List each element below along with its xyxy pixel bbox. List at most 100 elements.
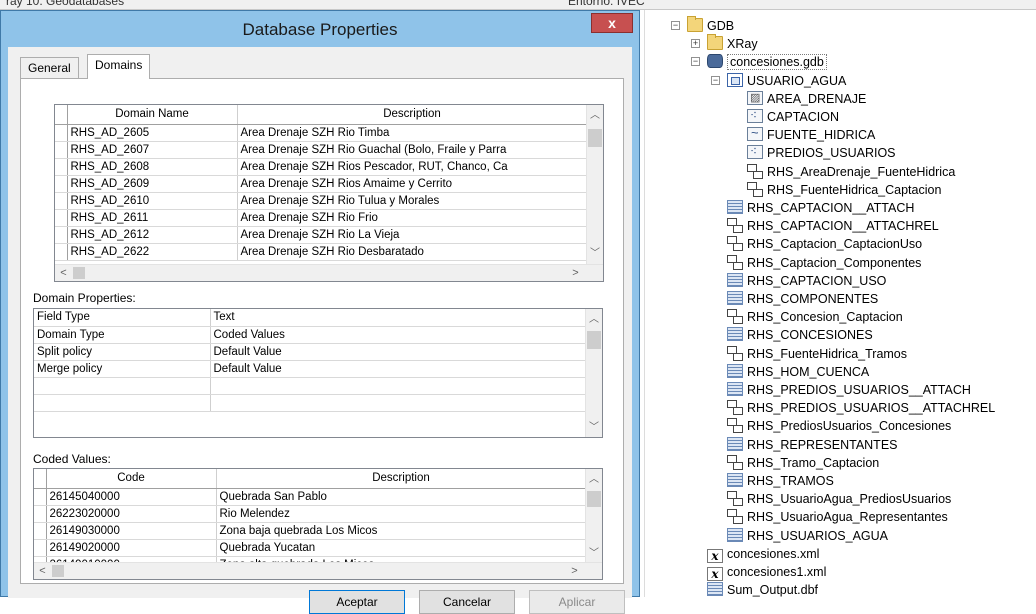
- scroll-thumb[interactable]: [588, 129, 602, 147]
- property-value-cell[interactable]: Coded Values: [210, 326, 587, 344]
- row-selector[interactable]: [55, 192, 68, 210]
- tree-node[interactable]: RHS_CONCESIONES: [727, 326, 873, 344]
- apply-button[interactable]: Aplicar: [529, 590, 625, 614]
- scroll-up-icon[interactable]: ︿: [587, 107, 603, 124]
- tree-node[interactable]: RHS_CAPTACION__ATTACH: [727, 199, 914, 217]
- scroll-right-icon[interactable]: >: [567, 265, 584, 281]
- tree-node[interactable]: RHS_AreaDrenaje_FuenteHidrica: [747, 163, 955, 181]
- row-selector[interactable]: [34, 539, 47, 557]
- row-selector[interactable]: [34, 505, 47, 523]
- code-cell[interactable]: 26149030000: [46, 522, 217, 540]
- tab-general[interactable]: General: [20, 57, 79, 78]
- tree-node[interactable]: RHS_HOM_CUENCA: [727, 363, 869, 381]
- scroll-left-icon[interactable]: <: [55, 265, 72, 281]
- close-button[interactable]: x: [591, 13, 633, 33]
- property-value-cell[interactable]: Text: [210, 309, 587, 327]
- expand-icon[interactable]: +: [691, 39, 700, 49]
- scroll-thumb[interactable]: [587, 331, 601, 349]
- scroll-down-icon[interactable]: ﹀: [586, 545, 602, 562]
- domain-name-cell[interactable]: RHS_AD_2611: [67, 209, 238, 227]
- property-row[interactable]: Domain Type Coded Values: [34, 326, 587, 344]
- column-header-description[interactable]: Description: [216, 469, 587, 489]
- domain-name-cell[interactable]: RHS_AD_2610: [67, 192, 238, 210]
- domain-name-cell[interactable]: RHS_AD_2609: [67, 175, 238, 193]
- scroll-thumb[interactable]: [52, 565, 64, 577]
- coded-value-row[interactable]: 26223020000 Rio Melendez: [34, 505, 587, 523]
- tree-node[interactable]: RHS_UsuarioAgua_PrediosUsuarios: [727, 490, 951, 508]
- coded-values-horizontal-scrollbar[interactable]: < >: [34, 562, 602, 579]
- domain-description-cell[interactable]: Area Drenaje SZH Rio Tulua y Morales: [237, 192, 588, 210]
- tree-node[interactable]: RHS_REPRESENTANTES: [727, 436, 898, 454]
- row-selector[interactable]: [55, 209, 68, 227]
- code-cell[interactable]: 26149020000: [46, 539, 217, 557]
- property-row[interactable]: [34, 394, 587, 412]
- property-row[interactable]: Field Type Text: [34, 309, 587, 327]
- tree-node[interactable]: RHS_FuenteHidrica_Captacion: [747, 181, 941, 199]
- tree-node[interactable]: RHS_PrediosUsuarios_Concesiones: [727, 417, 951, 435]
- tree-node[interactable]: RHS_USUARIOS_AGUA: [727, 527, 888, 545]
- tree-node[interactable]: RHS_Captacion_CaptacionUso: [727, 235, 922, 253]
- domain-row[interactable]: RHS_AD_2605 Area Drenaje SZH Rio Timba: [55, 124, 588, 142]
- property-value-cell[interactable]: [210, 394, 587, 412]
- collapse-icon[interactable]: −: [711, 75, 720, 85]
- property-value-cell[interactable]: Default Value: [210, 343, 587, 361]
- domain-row[interactable]: RHS_AD_2607 Area Drenaje SZH Rio Guachal …: [55, 141, 588, 159]
- property-row[interactable]: Split policy Default Value: [34, 343, 587, 361]
- tree-node[interactable]: PREDIOS_USUARIOS: [747, 142, 896, 162]
- tree-node[interactable]: concesiones1.xml: [707, 563, 826, 581]
- tree-node[interactable]: RHS_COMPONENTES: [727, 290, 878, 308]
- coded-value-row[interactable]: 26149030000 Zona baja quebrada Los Micos: [34, 522, 587, 540]
- tree-node[interactable]: concesiones.xml: [707, 545, 819, 563]
- property-row[interactable]: Merge policy Default Value: [34, 360, 587, 378]
- property-row[interactable]: [34, 377, 587, 395]
- tree-node[interactable]: + XRay: [691, 34, 758, 53]
- domain-name-cell[interactable]: RHS_AD_2608: [67, 158, 238, 176]
- row-selector[interactable]: [55, 243, 68, 261]
- coded-values-vertical-scrollbar[interactable]: ︿ ﹀: [585, 469, 602, 563]
- coded-value-row[interactable]: 26145040000 Quebrada San Pablo: [34, 488, 587, 506]
- scroll-left-icon[interactable]: <: [34, 563, 51, 579]
- domain-description-cell[interactable]: Area Drenaje SZH Rio Frio: [237, 209, 588, 227]
- domain-row[interactable]: RHS_AD_2611 Area Drenaje SZH Rio Frio: [55, 209, 588, 227]
- column-header-description[interactable]: Description: [237, 105, 588, 125]
- domain-description-cell[interactable]: Area Drenaje SZH Rios Amaime y Cerrito: [237, 175, 588, 193]
- row-selector[interactable]: [55, 141, 68, 159]
- domain-row[interactable]: RHS_AD_2622 Area Drenaje SZH Rio Desbarat…: [55, 243, 588, 261]
- row-selector[interactable]: [55, 226, 68, 244]
- domain-row[interactable]: RHS_AD_2609 Area Drenaje SZH Rios Amaime …: [55, 175, 588, 193]
- row-selector[interactable]: [55, 175, 68, 193]
- tree-node[interactable]: RHS_FuenteHidrica_Tramos: [727, 345, 907, 363]
- tree-node[interactable]: − GDB: [671, 16, 734, 35]
- domain-description-cell[interactable]: Area Drenaje SZH Rio Desbaratado: [237, 243, 588, 261]
- domains-horizontal-scrollbar[interactable]: < >: [55, 264, 603, 281]
- row-selector[interactable]: [34, 522, 47, 540]
- domain-description-cell[interactable]: Area Drenaje SZH Rio Guachal (Bolo, Frai…: [237, 141, 588, 159]
- row-selector[interactable]: [55, 124, 68, 142]
- tree-node[interactable]: RHS_CAPTACION__ATTACHREL: [727, 217, 939, 235]
- code-cell[interactable]: 26223020000: [46, 505, 217, 523]
- tree-node[interactable]: Sum_Output.dbf: [707, 581, 818, 599]
- code-description-cell[interactable]: Quebrada San Pablo: [216, 488, 587, 506]
- code-description-cell[interactable]: Rio Melendez: [216, 505, 587, 523]
- tree-node[interactable]: − concesiones.gdb: [691, 53, 827, 71]
- dialog-titlebar[interactable]: Database Properties x: [1, 11, 639, 47]
- tree-node[interactable]: CAPTACION: [747, 106, 839, 126]
- tree-node[interactable]: RHS_PREDIOS_USUARIOS__ATTACHREL: [727, 399, 995, 417]
- tree-node[interactable]: AREA_DRENAJE: [747, 89, 866, 108]
- code-cell[interactable]: 26145040000: [46, 488, 217, 506]
- scroll-up-icon[interactable]: ︿: [586, 311, 602, 328]
- domain-name-cell[interactable]: RHS_AD_2605: [67, 124, 238, 142]
- row-selector[interactable]: [34, 488, 47, 506]
- scroll-thumb[interactable]: [73, 267, 85, 279]
- domains-vertical-scrollbar[interactable]: ︿ ﹀: [586, 105, 603, 265]
- tree-node[interactable]: RHS_Captacion_Componentes: [727, 254, 921, 272]
- tree-node[interactable]: RHS_UsuarioAgua_Representantes: [727, 508, 948, 526]
- scroll-right-icon[interactable]: >: [566, 563, 583, 579]
- tree-node[interactable]: FUENTE_HIDRICA: [747, 124, 875, 144]
- collapse-icon[interactable]: −: [691, 57, 700, 67]
- ok-button[interactable]: Aceptar: [309, 590, 405, 614]
- domain-name-cell[interactable]: RHS_AD_2622: [67, 243, 238, 261]
- tree-node[interactable]: RHS_CAPTACION_USO: [727, 272, 886, 290]
- domain-row[interactable]: RHS_AD_2610 Area Drenaje SZH Rio Tulua y …: [55, 192, 588, 210]
- tree-node[interactable]: RHS_PREDIOS_USUARIOS__ATTACH: [727, 381, 971, 399]
